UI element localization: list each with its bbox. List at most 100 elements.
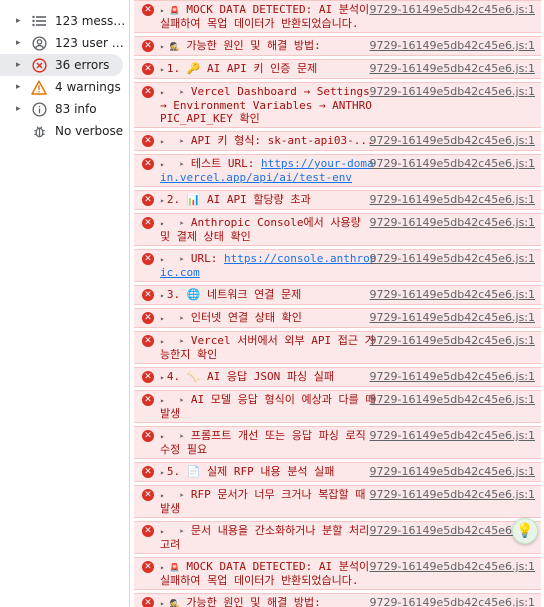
source-link[interactable]: 9729-16149e5db42c45e6.js:1 xyxy=(370,465,535,478)
expand-triangle-icon[interactable]: ▸ ➤ xyxy=(160,491,189,500)
source-link[interactable]: 9729-16149e5db42c45e6.js:1 xyxy=(370,157,535,170)
expand-triangle-icon[interactable]: ▸ ➤ xyxy=(160,219,189,228)
expand-triangle-icon[interactable]: ▸ ➤ xyxy=(160,160,189,169)
expand-triangle-icon[interactable]: ▸ ➤ xyxy=(160,314,189,323)
expand-triangle-icon[interactable]: ▸ ➤ xyxy=(160,527,189,536)
sidebar-item-4[interactable]: ▸ 83 info xyxy=(0,98,129,120)
error-icon: ✕ xyxy=(142,135,154,147)
source-link[interactable]: 9729-16149e5db42c45e6.js:1 xyxy=(370,39,535,52)
log-row[interactable]: ✕ ▸ 3. 🌐 네트워크 연결 문제 9729-16149e5db42c45e6.j… xyxy=(134,285,541,305)
source-link[interactable]: 9729-16149e5db42c45e6.js:1 xyxy=(370,216,535,229)
sidebar-item-label: 36 errors xyxy=(55,58,110,72)
source-link[interactable]: 9729-16149e5db42c45e6.js:1 xyxy=(370,193,535,206)
source-link[interactable]: 9729-16149e5db42c45e6.js:1 xyxy=(370,393,535,406)
log-row[interactable]: ✕ ▸ 🚨 MOCK DATA DETECTED: AI 분석이 실패하여 목업 … xyxy=(134,557,541,590)
log-row[interactable]: ✕ ▸ ➤ 문서 내용을 간소화하거나 분할 처리 고려 9729-16149e5d… xyxy=(134,521,541,554)
error-icon: ✕ xyxy=(142,335,154,347)
sidebar-item-label: 123 user … xyxy=(55,36,124,50)
source-link[interactable]: 9729-16149e5db42c45e6.js:1 xyxy=(370,134,535,147)
expand-triangle-icon[interactable]: ▸ 🕵️ xyxy=(160,42,184,51)
lightbulb-icon: 💡 xyxy=(516,523,534,539)
log-row[interactable]: ✕ ▸ 2. 📊 AI API 할당량 초과 9729-16149e5db42c45e… xyxy=(134,190,541,210)
log-text: API 키 형식: sk-ant-api03-... xyxy=(190,134,374,147)
sidebar-item-1[interactable]: ▸ 123 user … xyxy=(0,32,129,54)
error-icon: ✕ xyxy=(142,253,154,265)
expand-triangle-icon[interactable]: ▸ ➤ xyxy=(160,337,189,346)
expand-triangle-icon[interactable]: ▸ 🚨 xyxy=(160,6,184,15)
log-row[interactable]: ✕ ▸ ➤ Vercel 서버에서 외부 API 접근 가능한지 확인 9729-1… xyxy=(134,331,541,364)
log-row[interactable]: ✕ ▸ ➤ Vercel Dashboard → Settings → Envir… xyxy=(134,82,541,128)
error-icon: ✕ xyxy=(142,40,154,52)
log-text: URL: xyxy=(190,252,225,265)
bug-icon xyxy=(31,123,47,139)
source-link[interactable]: 9729-16149e5db42c45e6.js:1 xyxy=(370,560,535,573)
log-row[interactable]: ✕ ▸ 1. 🔑 AI API 키 인증 문제 9729-16149e5db42c45… xyxy=(134,59,541,79)
expand-triangle-icon[interactable]: ▸ xyxy=(16,104,26,114)
sidebar-list: ▸ 123 mess… ▸ 123 user … ▸ 36 errors ▸ 4 warnin… xyxy=(0,0,129,142)
error-icon: ✕ xyxy=(142,217,154,229)
expand-triangle-icon[interactable]: ▸ ➤ xyxy=(160,396,189,405)
expand-triangle-icon[interactable]: ▸ xyxy=(16,38,26,48)
log-text: 3. 🌐 네트워크 연결 문제 xyxy=(166,288,302,301)
sidebar-item-0[interactable]: ▸ 123 mess… xyxy=(0,10,129,32)
console-log: ✕ ▸ 🚨 MOCK DATA DETECTED: AI 분석이 실패하여 목업 … xyxy=(131,0,544,607)
error-icon: ✕ xyxy=(142,158,154,170)
expand-triangle-icon[interactable]: ▸ ➤ xyxy=(160,137,189,146)
log-row[interactable]: ✕ ▸ ➤ API 키 형식: sk-ant-api03-... 9729-1614… xyxy=(134,131,541,151)
log-row[interactable]: ✕ ▸ 🚨 MOCK DATA DETECTED: AI 분석이 실패하여 목업 … xyxy=(134,0,541,33)
user-circle-icon xyxy=(31,35,47,51)
expand-triangle-icon[interactable]: ▸ xyxy=(16,16,26,26)
info-icon xyxy=(31,101,47,117)
sidebar-item-2[interactable]: ▸ 36 errors xyxy=(0,54,123,76)
log-row[interactable]: ✕ ▸ ➤ 인터넷 연결 상태 확인 9729-16149e5db42c45e6.j… xyxy=(134,308,541,328)
source-link[interactable]: 9729-16149e5db42c45e6.js:1 xyxy=(370,62,535,75)
log-row[interactable]: ✕ ▸ 🕵️ 가능한 원인 및 해결 방법: 9729-16149e5db42c45… xyxy=(134,36,541,56)
error-icon: ✕ xyxy=(142,561,154,573)
log-row[interactable]: ✕ ▸ ➤ RFP 문서가 너무 크거나 복잡할 때 발생 9729-16149e5… xyxy=(134,485,541,518)
expand-triangle-icon[interactable]: ▸ xyxy=(160,65,165,74)
log-row[interactable]: ✕ ▸ 🕵️ 가능한 원인 및 해결 방법: 9729-16149e5db42c45… xyxy=(134,593,541,607)
source-link[interactable]: 9729-16149e5db42c45e6.js:1 xyxy=(370,429,535,442)
lightbulb-button[interactable]: 💡 xyxy=(512,518,538,544)
expand-triangle-icon[interactable]: ▸ xyxy=(160,196,165,205)
log-text: RFP 문서가 너무 크거나 복잡할 때 발생 xyxy=(160,488,372,515)
expand-triangle-icon[interactable]: ▸ xyxy=(160,373,165,382)
log-row[interactable]: ✕ ▸ 5. 📄 실제 RFP 내용 분석 실패 9729-16149e5db42c4… xyxy=(134,462,541,482)
expand-triangle-icon[interactable]: ▸ 🚨 xyxy=(160,563,184,572)
log-row[interactable]: ✕ ▸ ➤ Anthropic Console에서 사용량 및 결제 상태 확인 9… xyxy=(134,213,541,246)
source-link[interactable]: 9729-16149e5db42c45e6.js:1 xyxy=(370,524,535,537)
source-link[interactable]: 9729-16149e5db42c45e6.js:1 xyxy=(370,334,535,347)
sidebar-item-label: 83 info xyxy=(55,102,97,116)
log-row[interactable]: ✕ ▸ ➤ 프롬프트 개선 또는 응답 파싱 로직 수정 필요 9729-16149… xyxy=(134,426,541,459)
sidebar-item-3[interactable]: ▸ 4 warnings xyxy=(0,76,129,98)
log-row[interactable]: ✕ ▸ ➤ URL: https://console.anthropic.com 9… xyxy=(134,249,541,282)
source-link[interactable]: 9729-16149e5db42c45e6.js:1 xyxy=(370,370,535,383)
log-text: Vercel Dashboard → Settings → Environmen… xyxy=(160,85,377,125)
error-icon: ✕ xyxy=(142,394,154,406)
error-icon: ✕ xyxy=(142,4,154,16)
log-row[interactable]: ✕ ▸ ➤ AI 모델 응답 형식이 예상과 다를 때 발생 9729-16149e… xyxy=(134,390,541,423)
source-link[interactable]: 9729-16149e5db42c45e6.js:1 xyxy=(370,85,535,98)
source-link[interactable]: 9729-16149e5db42c45e6.js:1 xyxy=(370,288,535,301)
source-link[interactable]: 9729-16149e5db42c45e6.js:1 xyxy=(370,596,535,607)
error-icon: ✕ xyxy=(142,525,154,537)
expand-triangle-icon[interactable]: ▸ xyxy=(16,60,26,70)
expand-triangle-icon[interactable]: ▸ 🕵️ xyxy=(160,599,184,607)
source-link[interactable]: 9729-16149e5db42c45e6.js:1 xyxy=(370,488,535,501)
error-icon: ✕ xyxy=(142,289,154,301)
expand-triangle-icon[interactable]: ▸ xyxy=(16,82,26,92)
log-row[interactable]: ✕ ▸ 4. 🦴 AI 응답 JSON 파싱 실패 9729-16149e5db42c… xyxy=(134,367,541,387)
error-icon: ✕ xyxy=(142,312,154,324)
log-row[interactable]: ✕ ▸ ➤ 테스트 URL: https://your-domain.vercel… xyxy=(134,154,541,187)
source-link[interactable]: 9729-16149e5db42c45e6.js:1 xyxy=(370,311,535,324)
log-text: 2. 📊 AI API 할당량 초과 xyxy=(166,193,311,206)
expand-triangle-icon[interactable]: ▸ xyxy=(160,291,165,300)
expand-triangle-icon[interactable]: ▸ ➤ xyxy=(160,432,189,441)
source-link[interactable]: 9729-16149e5db42c45e6.js:1 xyxy=(370,252,535,265)
expand-triangle-icon[interactable]: ▸ xyxy=(160,468,165,477)
error-icon: ✕ xyxy=(142,371,154,383)
expand-triangle-icon[interactable]: ▸ ➤ xyxy=(160,255,189,264)
sidebar-item-5[interactable]: No verbose xyxy=(0,120,129,142)
source-link[interactable]: 9729-16149e5db42c45e6.js:1 xyxy=(370,3,535,16)
expand-triangle-icon[interactable]: ▸ ➤ xyxy=(160,88,189,97)
